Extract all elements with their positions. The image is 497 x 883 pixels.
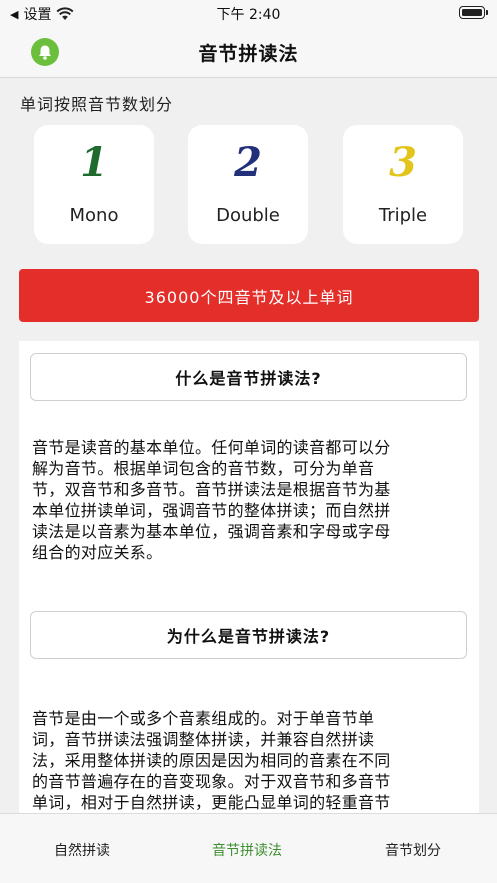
card-number: 1 <box>80 139 108 186</box>
paragraph-line: 节，双音节和多音节。音节拼读法是根据音节为基 <box>32 480 391 499</box>
card-label: Double <box>216 205 280 226</box>
paragraph-line: 音节是读音的基本单位。任何单词的读音都可以分 <box>32 438 391 457</box>
paragraph-line: 法，采用整体拼读的原因是因为相同的音素在不同 <box>32 751 391 770</box>
answer-paragraph-1: 音节是读音的基本单位。任何单词的读音都可以分 解为音节。根据单词包含的音节数，可… <box>32 437 468 563</box>
syllable-card-double[interactable]: 2 Double <box>188 125 308 244</box>
section-label: 单词按照音节数划分 <box>20 95 174 114</box>
what-is-syllable-phonics-button[interactable]: 什么是音节拼读法? <box>30 353 467 401</box>
paragraph-line: 组合的对应关系。 <box>32 543 163 562</box>
card-number: 2 <box>234 139 262 186</box>
paragraph-line: 的音节普遍存在的音变现象。对于双音节和多音节 <box>32 772 391 791</box>
paragraph-line: 读法是以音素为基本单位，强调音素和字母或字母 <box>32 522 391 541</box>
why-syllable-phonics-button[interactable]: 为什么是音节拼读法? <box>30 611 467 659</box>
nav-bar: 音节拼读法 <box>0 26 497 78</box>
multi-syllable-words-button[interactable]: 36000个四音节及以上单词 <box>19 269 479 322</box>
paragraph-line: 本单位拼读单词，强调音节的整体拼读；而自然拼 <box>32 501 391 520</box>
answer-paragraph-2: 音节是由一个或多个音素组成的。对于单音节单 词，音节拼读法强调整体拼读，并兼容自… <box>32 708 468 813</box>
tab-bar: 自然拼读 音节拼读法 音节划分 <box>0 813 497 883</box>
status-time: 下午 2:40 <box>216 7 281 23</box>
tab-syllable-phonics[interactable]: 音节拼读法 <box>212 840 282 860</box>
card-label: Triple <box>378 205 428 226</box>
paragraph-line: 解为音节。根据单词包含的音节数，可分为单音 <box>32 459 375 478</box>
battery-icon <box>459 6 488 19</box>
page-title: 音节拼读法 <box>198 43 299 65</box>
main-content[interactable]: 单词按照音节数划分 1 Mono 2 Double 3 Triple 36000… <box>0 79 497 813</box>
status-bar: ◀ 设置 下午 2:40 <box>0 0 497 26</box>
paragraph-line: 音节是由一个或多个音素组成的。对于单音节单 <box>32 709 375 728</box>
tab-syllable-division[interactable]: 音节划分 <box>385 840 441 860</box>
paragraph-line: 单词，相对于自然拼读，更能凸显单词的轻重音节 <box>32 793 391 812</box>
syllable-card-triple[interactable]: 3 Triple <box>343 125 463 244</box>
info-panel: 什么是音节拼读法? 音节是读音的基本单位。任何单词的读音都可以分 解为音节。根据… <box>19 341 479 813</box>
card-label: Mono <box>69 205 119 226</box>
syllable-card-mono[interactable]: 1 Mono <box>34 125 154 244</box>
card-number: 3 <box>389 139 417 186</box>
tab-phonics[interactable]: 自然拼读 <box>54 840 110 860</box>
paragraph-line: 词，音节拼读法强调整体拼读，并兼容自然拼读 <box>32 730 375 749</box>
